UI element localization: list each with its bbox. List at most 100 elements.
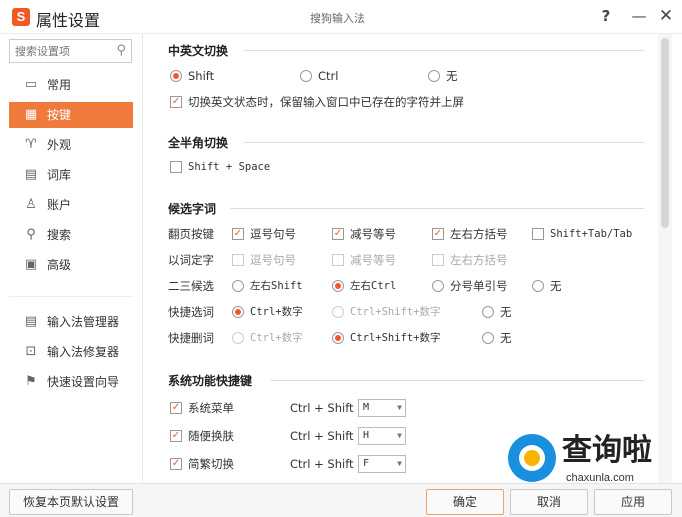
watermark: 查询啦 chaxunla.com	[500, 432, 682, 492]
watermark-logo-icon	[508, 434, 556, 482]
hotkey-skin-checkbox[interactable]: ✓	[170, 430, 182, 442]
radio-qs-ctrl-shift-num	[332, 306, 344, 318]
section-title-candidate: 候选字词	[168, 202, 217, 216]
hotkey-skin-select[interactable]: H ▼	[358, 427, 406, 445]
sidebar-item-advanced[interactable]: ▣ 高级	[9, 252, 133, 278]
cancel-button[interactable]: 取消	[510, 489, 588, 515]
shift-space-checkbox[interactable]	[170, 161, 182, 173]
word-minus-label: 减号等号	[350, 253, 396, 267]
ok-button[interactable]: 确定	[426, 489, 504, 515]
list-icon: ▤	[24, 314, 38, 329]
hotkey-trad-label[interactable]: 简繁切换	[188, 457, 234, 471]
page-shift-tab-label[interactable]: Shift+Tab/Tab	[550, 227, 632, 241]
sidebar-tool-manager[interactable]: ▤ 输入法管理器	[9, 309, 133, 335]
shift-space-label[interactable]: Shift + Space	[188, 160, 270, 174]
page-bracket-checkbox[interactable]: ✓	[432, 228, 444, 240]
radio-qs-ctrl-shift-num-label: Ctrl+Shift+数字	[350, 306, 441, 318]
close-button[interactable]: ✕	[656, 6, 676, 26]
radio-qd-ctrl-num	[232, 332, 244, 344]
hotkey-menu-label[interactable]: 系统菜单	[188, 401, 234, 415]
sidebar-item-account[interactable]: ♙ 账户	[9, 192, 133, 218]
radio-lr-ctrl[interactable]	[332, 280, 344, 292]
scrollbar-thumb[interactable]	[661, 38, 669, 228]
sidebar-item-lexicon[interactable]: ▤ 词库	[9, 162, 133, 188]
radio-lr-shift-label[interactable]: 左右Shift	[250, 279, 303, 293]
radio-qd-none-label[interactable]: 无	[500, 331, 512, 345]
second-third-label: 二三候选	[168, 279, 214, 293]
title-bar: S 属性设置 搜狗输入法 ? — ✕	[0, 0, 682, 34]
radio-semicolon-label[interactable]: 分号单引号	[450, 279, 508, 293]
minimize-button[interactable]: —	[629, 6, 649, 26]
sidebar-item-search[interactable]: ⚲ 搜索	[9, 222, 133, 248]
radio-qd-ctrl-shift-num[interactable]	[332, 332, 344, 344]
hotkey-skin-label[interactable]: 随便换肤	[188, 429, 234, 443]
chevron-down-icon: ▼	[397, 459, 402, 468]
word-select-label: 以词定字	[168, 253, 214, 267]
keep-chars-checkbox[interactable]: ✓	[170, 96, 182, 108]
radio-second-none-label[interactable]: 无	[550, 279, 562, 293]
page-comma-checkbox[interactable]: ✓	[232, 228, 244, 240]
reset-defaults-button[interactable]: 恢复本页默认设置	[9, 489, 133, 515]
hotkey-menu-value: M	[363, 402, 370, 413]
page-minus-checkbox[interactable]: ✓	[332, 228, 344, 240]
section-title-cn-en: 中英文切换	[168, 44, 229, 58]
repair-icon: ⊡	[25, 344, 37, 359]
radio-second-none[interactable]	[532, 280, 544, 292]
monitor-icon: ▭	[24, 77, 38, 92]
sidebar-item-appearance[interactable]: ♈ 外观	[9, 132, 133, 158]
radio-none[interactable]	[428, 70, 440, 82]
radio-qs-none[interactable]	[482, 306, 494, 318]
page-minus-label[interactable]: 减号等号	[350, 227, 396, 241]
apply-button[interactable]: 应用	[594, 489, 672, 515]
radio-lr-ctrl-label[interactable]: 左右Ctrl	[350, 279, 396, 293]
hotkey-menu-checkbox[interactable]: ✓	[170, 402, 182, 414]
keyboard-icon: ▦	[24, 107, 38, 122]
help-button[interactable]: ?	[596, 6, 616, 26]
sidebar-tool-repair[interactable]: ⊡ 输入法修复器	[9, 339, 133, 365]
quick-delete-label: 快捷删词	[168, 331, 214, 345]
sidebar-tool-label: 输入法修复器	[47, 345, 120, 359]
radio-qd-ctrl-num-label: Ctrl+数字	[250, 332, 303, 344]
sidebar-item-label: 搜索	[47, 228, 72, 242]
chevron-down-icon: ▼	[397, 431, 402, 440]
watermark-url: chaxunla.com	[566, 472, 634, 484]
hotkey-trad-value: F	[363, 458, 370, 469]
vertical-scrollbar[interactable]	[658, 34, 672, 483]
radio-qs-none-label[interactable]: 无	[500, 305, 512, 319]
sidebar-item-label: 词库	[47, 168, 72, 182]
search-box[interactable]: ⚲	[9, 39, 132, 63]
book-icon: ▤	[24, 167, 38, 182]
sidebar-item-keys[interactable]: ▦ 按键	[9, 102, 133, 128]
quick-select-label: 快捷选词	[168, 305, 214, 319]
word-minus-checkbox	[332, 254, 344, 266]
radio-shift[interactable]	[170, 70, 182, 82]
sidebar-item-label: 账户	[47, 198, 72, 212]
radio-qs-ctrl-num[interactable]	[232, 306, 244, 318]
radio-lr-shift[interactable]	[232, 280, 244, 292]
magnifier-icon[interactable]: ⚲	[116, 43, 126, 58]
sidebar-item-general[interactable]: ▭ 常用	[9, 72, 133, 98]
section-title-full-half: 全半角切换	[168, 136, 229, 150]
page-bracket-label[interactable]: 左右方括号	[450, 227, 508, 241]
radio-ctrl-label[interactable]: Ctrl	[318, 69, 338, 83]
hotkey-trad-checkbox[interactable]: ✓	[170, 458, 182, 470]
sidebar-tool-wizard[interactable]: ⚑ 快速设置向导	[9, 369, 133, 395]
radio-semicolon[interactable]	[432, 280, 444, 292]
radio-ctrl[interactable]	[300, 70, 312, 82]
radio-none-label[interactable]: 无	[446, 69, 458, 83]
keep-chars-label[interactable]: 切换英文状态时，保留输入窗口中已存在的字符并上屏	[188, 95, 464, 109]
radio-shift-label[interactable]: Shift	[188, 69, 214, 83]
hotkey-menu-select[interactable]: M ▼	[358, 399, 406, 417]
hotkey-trad-select[interactable]: F ▼	[358, 455, 406, 473]
radio-qs-ctrl-num-label[interactable]: Ctrl+数字	[250, 305, 303, 319]
search-input[interactable]	[15, 43, 110, 59]
radio-qd-ctrl-shift-num-label[interactable]: Ctrl+Shift+数字	[350, 331, 441, 345]
radio-qd-none[interactable]	[482, 332, 494, 344]
page-shift-tab-checkbox[interactable]	[532, 228, 544, 240]
page-comma-label[interactable]: 逗号句号	[250, 227, 296, 241]
sidebar-tool-label: 输入法管理器	[47, 315, 120, 329]
window-caption: 搜狗输入法	[310, 12, 365, 25]
section-divider	[230, 208, 644, 209]
hotkey-prefix: Ctrl + Shift +	[290, 401, 367, 415]
word-bracket-label: 左右方括号	[450, 253, 508, 267]
